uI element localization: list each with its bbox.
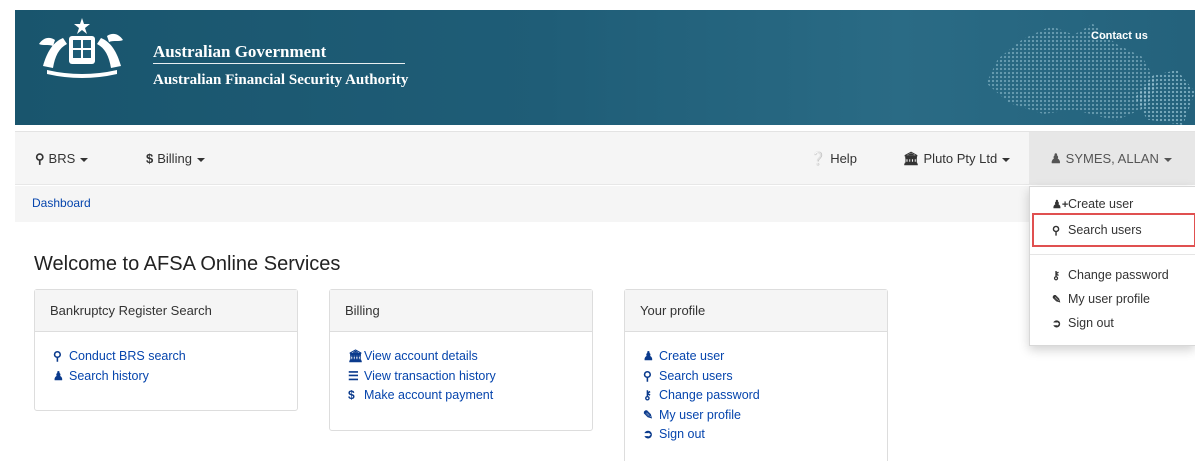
nav-user-menu[interactable]: ♟ SYMES, ALLAN — [1029, 132, 1195, 185]
menu-divider — [1030, 254, 1195, 255]
menu-item-label: Change password — [1068, 268, 1169, 282]
link-label: Search users — [659, 368, 733, 383]
menu-item-my-user-profile[interactable]: ✎ My user profile — [1030, 288, 1195, 310]
contact-us-link[interactable]: Contact us — [1091, 30, 1148, 42]
panel-body: ⚲ Conduct BRS search ♟ Search history — [35, 332, 297, 388]
page-title: Welcome to AFSA Online Services — [34, 253, 341, 275]
top-strip — [0, 0, 1195, 10]
panel-title: Your profile — [625, 290, 887, 332]
my-user-profile-link[interactable]: ✎ My user profile — [643, 408, 887, 428]
search-icon: ⚲ — [35, 151, 45, 166]
search-history-link[interactable]: ♟ Search history — [53, 369, 297, 389]
caret-down-icon — [196, 157, 205, 162]
dollar-icon: $ — [348, 388, 355, 402]
caret-down-icon — [1002, 157, 1011, 162]
list-icon: ☰ — [348, 368, 359, 383]
link-label: Change password — [659, 388, 760, 402]
view-account-details-link[interactable]: 🏛View account details — [348, 349, 592, 369]
panel-body: ♟ Create user ⚲ Search users ⚷ Change passw… — [625, 332, 887, 447]
government-title: Australian Government — [153, 42, 327, 61]
link-label: Sign out — [659, 427, 705, 441]
panel-bankruptcy-register-search: Bankruptcy Register Search ⚲ Conduct BRS … — [34, 289, 298, 411]
panel-title: Billing — [330, 290, 592, 332]
user-dropdown-menu: ♟+Create user ⚲ Search users ⚷ Change pass… — [1029, 186, 1195, 346]
link-label: Search history — [69, 368, 149, 383]
nav-help-label: Help — [830, 151, 857, 166]
edit-icon: ✎ — [643, 407, 654, 422]
link-label: My user profile — [659, 407, 741, 422]
menu-item-label: Create user — [1068, 197, 1134, 211]
nav-billing-label: Billing — [157, 151, 192, 166]
conduct-brs-search-link[interactable]: ⚲ Conduct BRS search — [53, 349, 297, 369]
search-icon: ⚲ — [643, 368, 652, 383]
panel-body: 🏛View account details ☰ View transaction … — [330, 332, 592, 408]
menu-item-create-user[interactable]: ♟+Create user — [1030, 193, 1195, 215]
caret-down-icon — [1163, 157, 1172, 162]
link-label: View transaction history — [364, 368, 496, 383]
user-icon: ♟ — [53, 368, 64, 383]
menu-item-label: My user profile — [1068, 292, 1150, 306]
nav-organisation-menu[interactable]: 🏛 Pluto Pty Ltd — [903, 132, 1011, 185]
breadcrumb: Dashboard — [15, 186, 1195, 222]
panel-title: Bankruptcy Register Search — [35, 290, 297, 332]
agency-title: Australian Financial Security Authority — [153, 72, 409, 88]
link-label: Create user — [659, 349, 725, 363]
add-user-icon: ♟ — [643, 349, 654, 363]
breadcrumb-dashboard-link[interactable]: Dashboard — [32, 196, 91, 210]
panel-billing: Billing 🏛View account details ☰ View tran… — [329, 289, 593, 431]
key-icon: ⚷ — [643, 388, 652, 402]
main-navbar: ⚲ BRS $ Billing ❔ Help 🏛 Pluto Pty Ltd ♟ SYME… — [15, 131, 1195, 185]
highlight-box — [1032, 213, 1195, 247]
nav-brs-menu[interactable]: ⚲ BRS — [35, 132, 89, 185]
bank-icon: 🏛 — [348, 349, 364, 363]
key-icon: ⚷ — [1052, 270, 1061, 282]
bank-icon: 🏛 — [903, 151, 920, 166]
title-divider — [153, 63, 405, 64]
panel-your-profile: Your profile ♟ Create user ⚲ Search users … — [624, 289, 888, 461]
nav-brs-label: BRS — [48, 151, 76, 166]
view-transaction-history-link[interactable]: ☰ View transaction history — [348, 369, 592, 389]
edit-icon: ✎ — [1052, 294, 1062, 306]
link-label: Make account payment — [364, 388, 494, 402]
nav-user-label: SYMES, ALLAN — [1065, 151, 1159, 166]
caret-down-icon — [80, 157, 89, 162]
make-account-payment-link[interactable]: $ Make account payment — [348, 388, 592, 408]
user-icon: ♟ — [1050, 151, 1062, 166]
nav-billing-menu[interactable]: $ Billing — [146, 132, 205, 185]
link-label: Conduct BRS search — [69, 349, 186, 363]
menu-item-sign-out[interactable]: ➲ Sign out — [1030, 312, 1195, 334]
menu-item-change-password[interactable]: ⚷ Change password — [1030, 264, 1195, 286]
dollar-icon: $ — [146, 151, 154, 166]
site-header-banner: Australian Government Australian Financi… — [15, 10, 1195, 125]
link-label: View account details — [364, 349, 478, 363]
coat-of-arms-icon — [39, 18, 123, 78]
nav-help-link[interactable]: ❔ Help — [810, 132, 857, 185]
create-user-link[interactable]: ♟ Create user — [643, 349, 887, 369]
question-circle-icon: ❔ — [810, 151, 827, 166]
change-password-link[interactable]: ⚷ Change password — [643, 388, 887, 408]
sign-out-icon: ➲ — [1052, 318, 1062, 330]
sign-out-link[interactable]: ➲ Sign out — [643, 427, 887, 447]
menu-item-label: Sign out — [1068, 316, 1114, 330]
nav-org-label: Pluto Pty Ltd — [923, 151, 998, 166]
sign-out-icon: ➲ — [643, 427, 654, 441]
search-users-link[interactable]: ⚲ Search users — [643, 369, 887, 389]
search-icon: ⚲ — [53, 349, 62, 363]
